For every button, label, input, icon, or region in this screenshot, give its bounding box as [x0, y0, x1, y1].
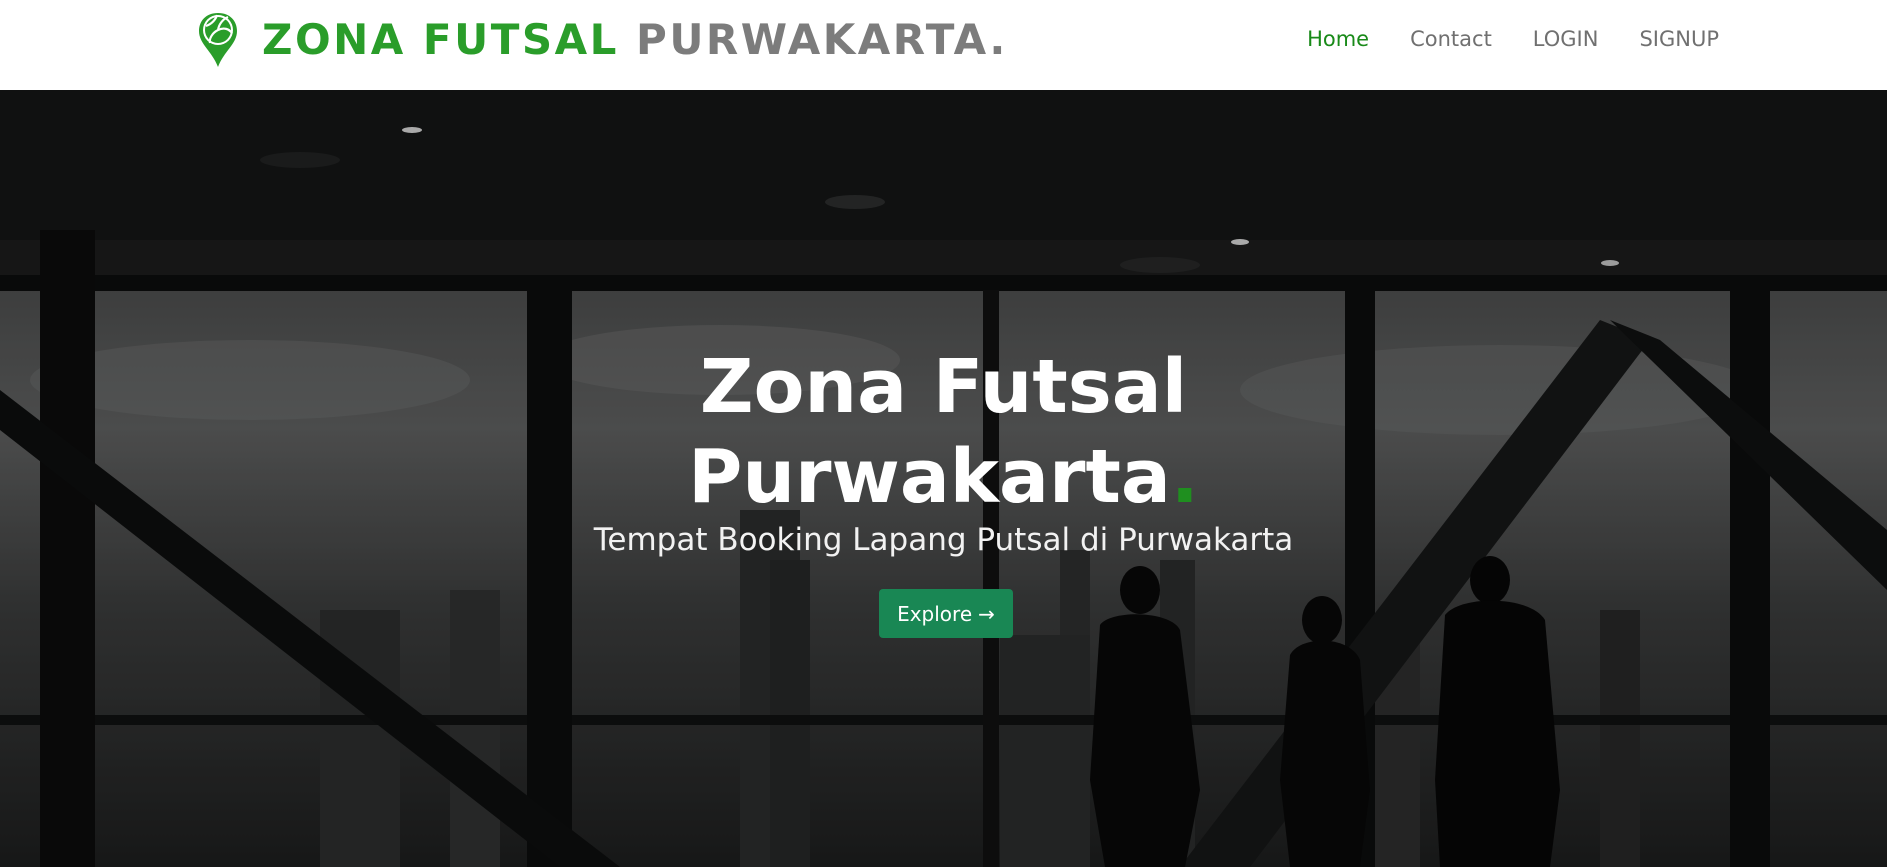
nav-home[interactable]: Home — [1307, 24, 1369, 54]
brand-title-primary: ZONA FUTSAL — [262, 15, 619, 64]
futsal-ball-pin-icon — [199, 13, 237, 67]
hero-subtitle: Tempat Booking Lapang Putsal di Purwakar… — [593, 522, 1294, 558]
brand-title: ZONA FUTSAL PURWAKARTA. — [262, 19, 1008, 61]
arrow-right-icon: → — [978, 601, 995, 626]
main-nav: Home Contact LOGIN SIGNUP — [1266, 24, 1719, 54]
hero-title-line2: Purwakarta — [688, 434, 1171, 520]
explore-button[interactable]: Explore → — [879, 589, 1013, 638]
brand[interactable]: ZONA FUTSAL PURWAKARTA. — [198, 10, 1008, 70]
hero-section: Zona Futsal Purwakarta. Tempat Booking L… — [0, 90, 1887, 867]
nav-login[interactable]: LOGIN — [1533, 24, 1599, 54]
explore-button-label: Explore — [897, 601, 973, 626]
brand-title-secondary: PURWAKARTA. — [636, 15, 1008, 64]
hero-title-line1: Zona Futsal — [699, 344, 1188, 430]
hero-title: Zona Futsal Purwakarta. — [0, 342, 1887, 522]
hero-title-dot: . — [1170, 434, 1199, 520]
nav-contact[interactable]: Contact — [1410, 24, 1492, 54]
nav-signup[interactable]: SIGNUP — [1639, 24, 1719, 54]
site-header: ZONA FUTSAL PURWAKARTA. Home Contact LOG… — [0, 0, 1887, 90]
